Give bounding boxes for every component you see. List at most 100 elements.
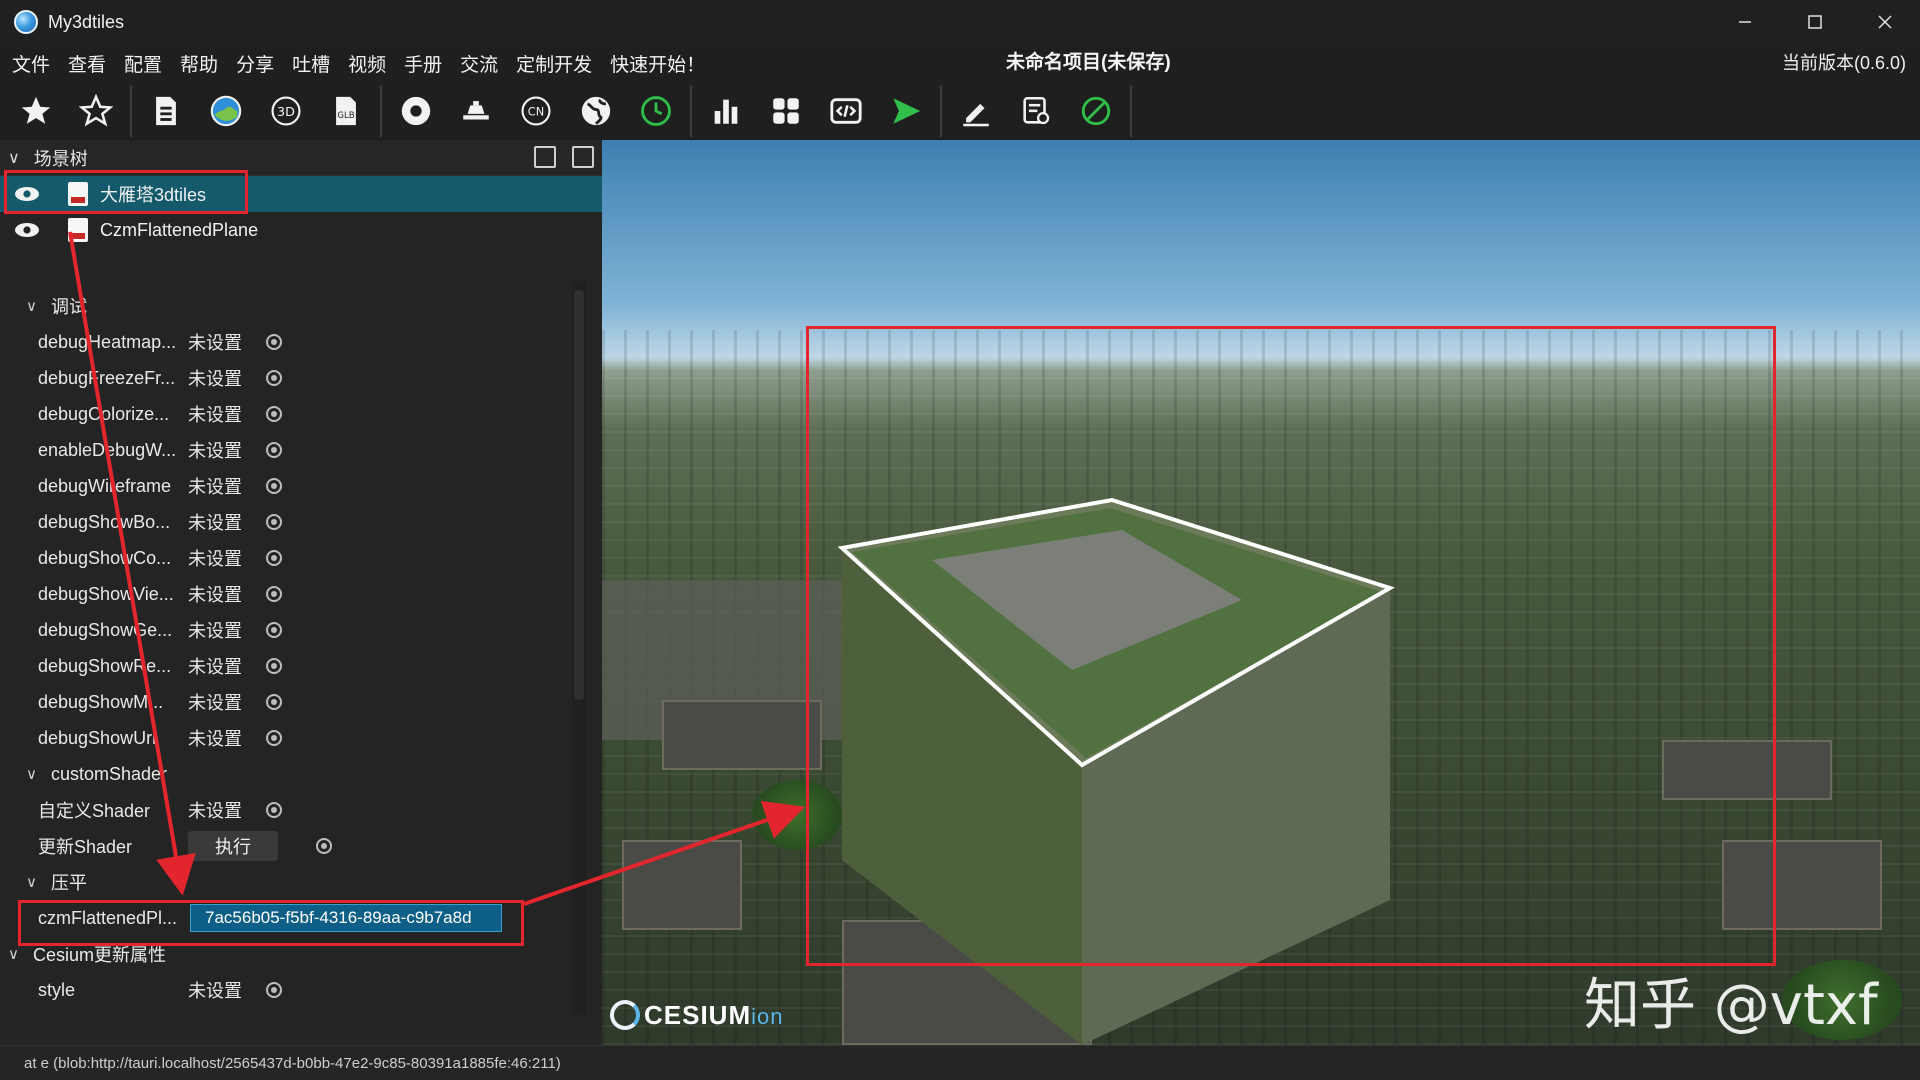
gear-icon[interactable] [266,334,282,350]
prop-row: 自定义Shader 未设置 [0,792,572,828]
minimize-icon [1739,21,1751,23]
chevron-down-icon: ∨ [8,946,19,963]
group-debug[interactable]: ∨ 调试 [0,288,87,324]
menu-view[interactable]: 查看 [59,50,115,77]
menu-share[interactable]: 分享 [227,50,283,77]
flatten-button[interactable] [452,87,500,135]
group-custom-shader[interactable]: ∨ customShader [0,756,167,792]
3d-tiles-button[interactable]: 3D [262,87,310,135]
prop-value[interactable]: 未设置 [188,617,242,643]
prop-value[interactable]: 未设置 [188,653,242,679]
scrollbar-thumb[interactable] [574,290,584,700]
gear-icon[interactable] [266,442,282,458]
prop-name: style [38,979,76,1000]
prop-name: debugShowBo... [38,511,171,532]
close-icon [1878,15,1892,29]
svg-text:CN: CN [528,104,544,118]
favorites-list-button[interactable] [72,87,120,135]
gear-icon[interactable] [266,982,282,998]
eye-icon[interactable] [14,222,40,238]
prop-value[interactable]: 未设置 [188,473,242,499]
gear-icon[interactable] [266,730,282,746]
obj-file-icon [68,218,88,242]
app-logo-icon [14,10,38,34]
gear-icon[interactable] [266,478,282,494]
menu-custom-dev[interactable]: 定制开发 [507,50,601,77]
gear-icon[interactable] [266,802,282,818]
prop-value[interactable]: 未设置 [188,509,242,535]
minimize-button[interactable] [1710,0,1780,44]
menu-feedback[interactable]: 吐槽 [283,50,339,77]
group-flatten[interactable]: ∨ 压平 [0,864,87,900]
gear-icon[interactable] [266,370,282,386]
maximize-icon [1808,15,1822,29]
gear-icon[interactable] [266,514,282,530]
prop-value[interactable]: 未设置 [188,401,242,427]
tree-layout-icon[interactable] [534,146,556,168]
menu-community[interactable]: 交流 [451,50,507,77]
menu-help[interactable]: 帮助 [171,50,227,77]
code-button[interactable] [822,87,870,135]
run-button[interactable] [882,87,930,135]
project-title: 未命名项目(未保存) [1006,52,1171,73]
globe-button[interactable] [572,87,620,135]
chart-button[interactable] [702,87,750,135]
close-button[interactable] [1850,0,1920,44]
disable-button[interactable] [1072,87,1120,135]
collapse-chevron-icon[interactable]: ∨ [8,148,20,168]
favorite-button[interactable] [12,87,60,135]
tree-item-flattened-plane[interactable]: CzmFlattenedPlane [0,212,602,248]
settings-button[interactable] [1012,87,1060,135]
title-bar: My3dtiles [0,0,1920,44]
cn-map-button[interactable]: CN [512,87,560,135]
menu-file[interactable]: 文件 [0,50,59,77]
prop-value[interactable]: 未设置 [188,725,242,751]
properties-scrollbar[interactable] [572,282,586,1014]
prop-value[interactable]: 未设置 [188,365,242,391]
prop-row: debugShowGe... 未设置 [0,612,572,648]
toolbar: 3D GLB CN [0,82,1920,140]
prop-value[interactable]: 未设置 [188,329,242,355]
prop-value[interactable]: 未设置 [188,437,242,463]
glb-button[interactable]: GLB [322,87,370,135]
prop-name: debugShowVie... [38,583,174,604]
chevron-down-icon: ∨ [26,874,37,891]
gear-icon[interactable] [266,658,282,674]
cesium-logo[interactable]: CESIUMion [610,1000,783,1031]
gear-icon[interactable] [316,838,332,854]
code-icon [830,98,862,124]
prop-value[interactable]: 未设置 [188,545,242,571]
prop-value[interactable]: 未设置 [188,581,242,607]
execute-button[interactable]: 执行 [188,831,278,861]
group-label: customShader [50,763,168,784]
gear-icon[interactable] [266,694,282,710]
menu-quick-start[interactable]: 快速开始！ [601,50,714,77]
widgets-button[interactable] [762,87,810,135]
version-label: 当前版本(0.6.0) [1781,53,1906,73]
flatten-icon [463,101,489,120]
settings-doc-icon [1023,96,1050,125]
edit-button[interactable] [952,87,1000,135]
gear-icon[interactable] [266,406,282,422]
star-outline-icon [79,94,113,127]
menu-config[interactable]: 配置 [115,50,171,77]
toolbar-divider [130,85,132,137]
record-button[interactable] [392,87,440,135]
prop-value[interactable]: 未设置 [188,977,242,1003]
app-title: My3dtiles [48,11,125,32]
prop-value[interactable]: 未设置 [188,797,242,823]
bar-chart-icon [714,99,738,124]
gear-icon[interactable] [266,622,282,638]
imagery-button[interactable] [202,87,250,135]
timeline-button[interactable] [632,87,680,135]
cesium-ring-icon [610,1000,640,1030]
menu-video[interactable]: 视频 [339,50,395,77]
menu-manual[interactable]: 手册 [395,50,451,77]
restore-panel-icon[interactable] [572,146,594,168]
prop-row: debugColorize... 未设置 [0,396,572,432]
gear-icon[interactable] [266,550,282,566]
prop-value[interactable]: 未设置 [188,689,242,715]
document-button[interactable] [142,87,190,135]
maximize-button[interactable] [1780,0,1850,44]
gear-icon[interactable] [266,586,282,602]
